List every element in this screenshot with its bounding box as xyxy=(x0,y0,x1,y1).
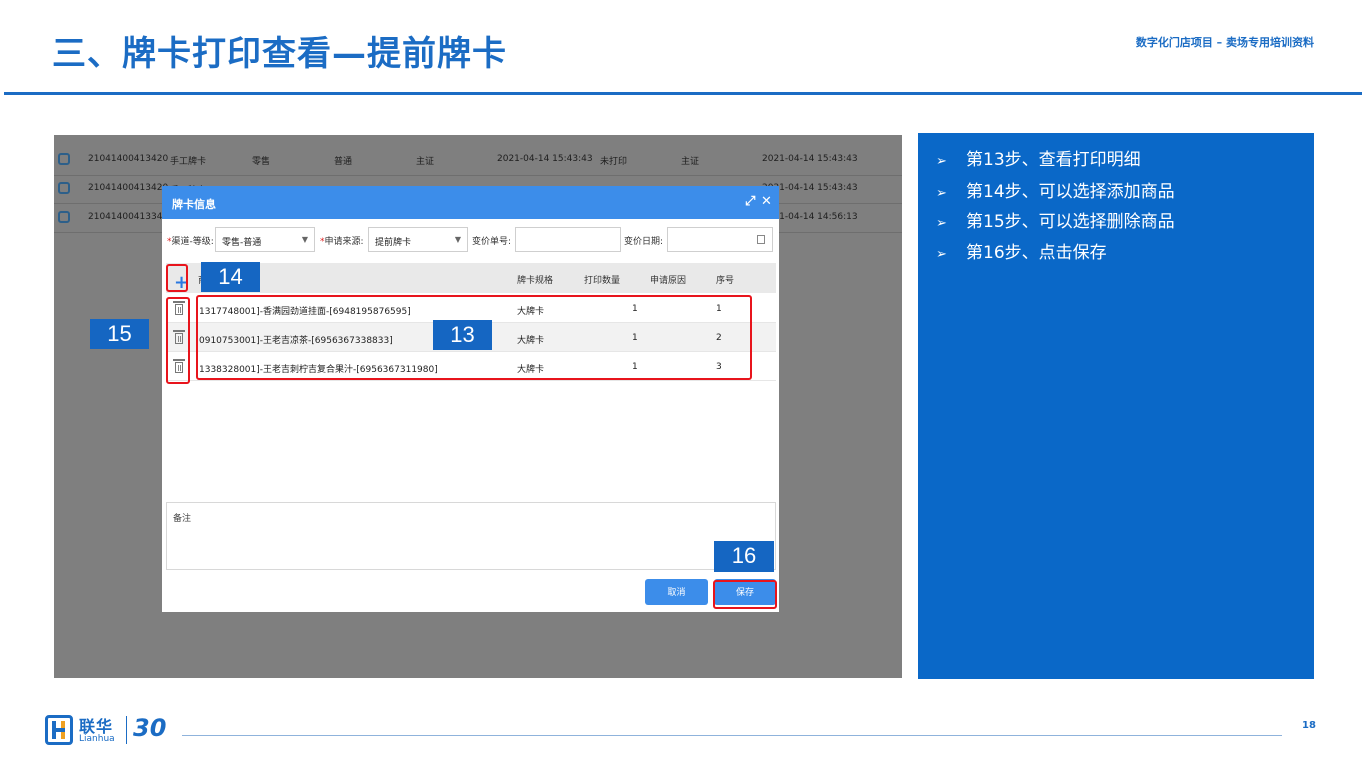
col-seq: 序号 xyxy=(716,276,735,286)
row-type: 手工牌卡 xyxy=(170,157,207,167)
col-card-spec: 牌卡规格 xyxy=(517,276,554,286)
price-change-date-label: 变价日期: xyxy=(624,237,664,247)
arrow-bullet-icon: ➢ xyxy=(936,216,947,231)
anniversary-mark: 30 xyxy=(133,714,167,742)
delete-column-highlight xyxy=(166,297,190,384)
price-change-no-input[interactable] xyxy=(515,227,621,252)
channel-level-label: *渠道-等级: xyxy=(167,237,214,247)
cancel-button[interactable]: 取消 xyxy=(645,579,708,605)
col-print-qty: 打印数量 xyxy=(584,276,621,286)
apply-source-label: *申请来源: xyxy=(320,237,364,247)
print-icon[interactable] xyxy=(58,211,70,223)
arrow-bullet-icon: ➢ xyxy=(936,186,947,201)
slide-title: 三、牌卡打印查看—提前牌卡 xyxy=(52,34,507,74)
callout-14: 14 xyxy=(201,262,260,292)
remark-textarea[interactable]: 备注 xyxy=(166,502,776,570)
col-reason: 申请原因 xyxy=(650,276,687,286)
row-scope: 主证 xyxy=(416,157,435,167)
row-channel: 零售 xyxy=(252,157,271,167)
page-number: 18 xyxy=(1302,720,1316,731)
step-item: ➢ 第14步、可以选择添加商品 xyxy=(936,182,1175,202)
row-level: 普通 xyxy=(334,157,353,167)
print-icon[interactable] xyxy=(58,153,70,165)
apply-source-select[interactable]: 提前牌卡 ▼ xyxy=(368,227,468,252)
lianhua-logo: 联华 Lianhua 30 xyxy=(45,712,175,748)
footer-divider xyxy=(182,735,1282,736)
slide-subtitle: 数字化门店项目 – 卖场专用培训资料 xyxy=(1135,36,1314,49)
dialog-header: 牌卡信息 ⤢ ✕ xyxy=(162,186,779,219)
maximize-icon[interactable]: ⤢ xyxy=(745,194,755,209)
row-code: 21041400413420 xyxy=(88,183,169,193)
row-date: 2021-04-14 15:43:43 xyxy=(497,154,593,164)
remark-label: 备注 xyxy=(173,514,192,524)
channel-level-select[interactable]: 零售-普通 ▼ xyxy=(215,227,315,252)
add-button-highlight xyxy=(166,264,188,292)
close-icon[interactable]: ✕ xyxy=(761,194,772,209)
card-info-dialog: 牌卡信息 ⤢ ✕ *渠道-等级: 零售-普通 ▼ *申请来源: 提前牌卡 ▼ 变… xyxy=(162,186,779,612)
logo-divider xyxy=(126,716,127,744)
step-item: ➢ 第16步、点击保存 xyxy=(936,243,1107,263)
calendar-icon[interactable] xyxy=(757,235,765,244)
logo-text-en: Lianhua xyxy=(79,734,115,744)
callout-16: 16 xyxy=(714,541,774,572)
row-code: 21041400413346 xyxy=(88,212,169,222)
price-change-date-input[interactable] xyxy=(667,227,773,252)
dialog-title: 牌卡信息 xyxy=(172,198,216,211)
screenshot-area: 21041400413420 手工牌卡 零售 普通 主证 2021-04-14 … xyxy=(54,135,902,678)
price-change-no-label: 变价单号: xyxy=(472,237,512,247)
save-button-highlight xyxy=(713,580,777,609)
chevron-down-icon: ▼ xyxy=(454,235,461,244)
top-divider xyxy=(4,92,1362,95)
row-scope2: 主证 xyxy=(681,157,700,167)
row-status: 未打印 xyxy=(600,157,628,167)
instruction-panel: ➢ 第13步、查看打印明细 ➢ 第14步、可以选择添加商品 ➢ 第15步、可以选择删除… xyxy=(918,133,1314,679)
row-date2: 2021-04-14 15:43:43 xyxy=(762,154,858,164)
callout-15: 15 xyxy=(90,319,149,349)
arrow-bullet-icon: ➢ xyxy=(936,247,947,262)
arrow-bullet-icon: ➢ xyxy=(936,154,947,169)
row-code: 21041400413420 xyxy=(88,154,169,164)
lianhua-logo-icon xyxy=(45,715,73,745)
step-item: ➢ 第13步、查看打印明细 xyxy=(936,150,1141,170)
step-item: ➢ 第15步、可以选择删除商品 xyxy=(936,212,1175,232)
callout-13: 13 xyxy=(433,320,492,350)
print-icon[interactable] xyxy=(58,182,70,194)
background-row[interactable]: 21041400413420 手工牌卡 零售 普通 主证 2021-04-14 … xyxy=(54,147,902,173)
chevron-down-icon: ▼ xyxy=(301,235,308,244)
